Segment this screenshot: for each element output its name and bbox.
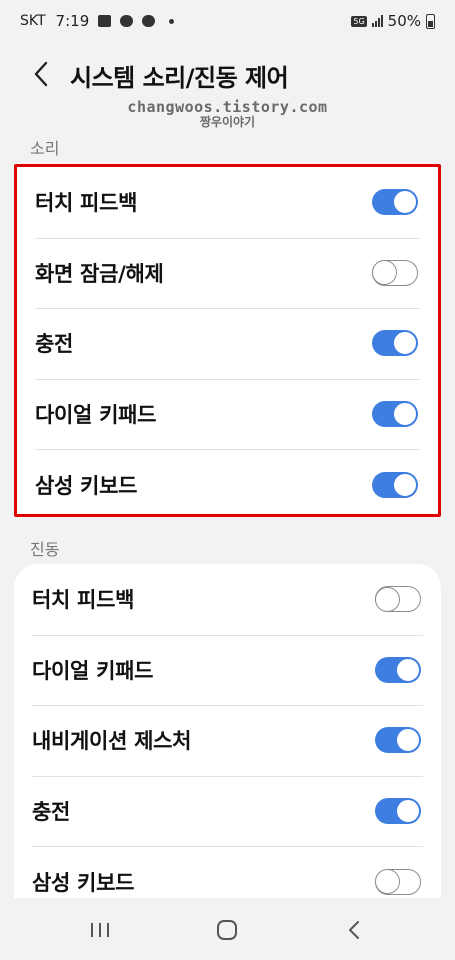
recents-icon — [91, 923, 109, 937]
vibration-settings-card: 터치 피드백다이얼 키패드내비게이션 제스처충전삼성 키보드 — [14, 564, 441, 898]
toggle-knob — [396, 799, 420, 824]
toggle-knob — [393, 190, 417, 215]
setting-label: 내비게이션 제스처 — [32, 729, 192, 754]
home-icon — [217, 920, 237, 940]
sound-setting-row[interactable]: 화면 잠금/해제 — [17, 237, 438, 309]
toggle-switch-on[interactable] — [375, 798, 421, 825]
more-notifications-icon — [169, 18, 175, 24]
message-notification-icon — [120, 15, 134, 27]
toggle-knob — [371, 260, 397, 286]
sound-settings-card: 터치 피드백화면 잠금/해제충전다이얼 키패드삼성 키보드 — [14, 164, 441, 517]
chat-notification-icon — [142, 15, 156, 27]
carrier-label: SKT — [20, 13, 46, 29]
signal-strength-icon — [371, 15, 383, 27]
sound-setting-row[interactable]: 터치 피드백 — [17, 167, 438, 238]
setting-label: 터치 피드백 — [35, 191, 138, 216]
page-title: 시스템 소리/진동 제어 — [70, 64, 289, 92]
vibration-setting-row[interactable]: 삼성 키보드 — [14, 846, 441, 898]
setting-label: 충전 — [35, 332, 74, 357]
status-right: 5G 50% — [351, 12, 435, 30]
section-title-sound: 소리 — [30, 139, 60, 158]
setting-label: 다이얼 키패드 — [35, 403, 157, 428]
vibration-setting-row[interactable]: 충전 — [14, 775, 441, 847]
toggle-switch-on[interactable] — [372, 471, 418, 498]
toggle-switch-off[interactable] — [374, 586, 421, 613]
section-title-vibration: 진동 — [30, 540, 60, 559]
toggle-switch-on[interactable] — [372, 401, 418, 428]
battery-percent: 50% — [387, 12, 421, 30]
home-button[interactable] — [207, 916, 247, 944]
setting-label: 충전 — [32, 800, 71, 825]
toggle-switch-off[interactable] — [371, 259, 418, 286]
recents-button[interactable] — [80, 916, 120, 944]
battery-icon — [426, 13, 435, 29]
toggle-knob — [374, 586, 400, 612]
vibration-setting-row[interactable]: 다이얼 키패드 — [14, 634, 441, 706]
toggle-switch-on[interactable] — [375, 727, 421, 754]
watermark: changwoos.tistory.com 짱우이야기 — [0, 100, 455, 130]
watermark-url: changwoos.tistory.com — [127, 98, 328, 116]
setting-label: 터치 피드백 — [32, 588, 135, 613]
setting-label: 삼성 키보드 — [35, 473, 138, 498]
sound-setting-row[interactable]: 충전 — [17, 308, 438, 379]
nav-back-button[interactable] — [334, 916, 374, 944]
toggle-knob — [396, 728, 420, 753]
toggle-knob — [393, 402, 417, 427]
setting-label: 삼성 키보드 — [32, 870, 135, 895]
toggle-knob — [396, 657, 420, 682]
toggle-knob — [393, 472, 417, 497]
sound-setting-row[interactable]: 삼성 키보드 — [17, 449, 438, 520]
status-left: SKT 7:19 — [20, 12, 175, 30]
toggle-switch-on[interactable] — [372, 189, 418, 216]
network-type-badge: 5G — [351, 15, 367, 27]
chevron-left-icon — [34, 61, 48, 87]
back-button[interactable] — [26, 58, 56, 90]
setting-label: 화면 잠금/해제 — [35, 261, 164, 286]
gallery-notification-icon — [98, 15, 112, 27]
clock: 7:19 — [55, 12, 90, 30]
navigation-bar — [0, 898, 455, 960]
vibration-setting-row[interactable]: 내비게이션 제스처 — [14, 705, 441, 776]
toggle-switch-off[interactable] — [374, 868, 421, 895]
toggle-switch-on[interactable] — [375, 656, 421, 683]
toggle-switch-on[interactable] — [372, 330, 418, 357]
toggle-knob — [374, 869, 400, 895]
app-header: 시스템 소리/진동 제어 — [0, 52, 455, 96]
sound-setting-row[interactable]: 다이얼 키패드 — [17, 378, 438, 450]
back-icon — [349, 921, 359, 939]
setting-label: 다이얼 키패드 — [32, 658, 154, 683]
vibration-setting-row[interactable]: 터치 피드백 — [14, 564, 441, 635]
watermark-blog-name: 짱우이야기 — [199, 115, 256, 129]
toggle-knob — [393, 331, 417, 356]
status-bar: SKT 7:19 5G 50% — [0, 0, 455, 42]
